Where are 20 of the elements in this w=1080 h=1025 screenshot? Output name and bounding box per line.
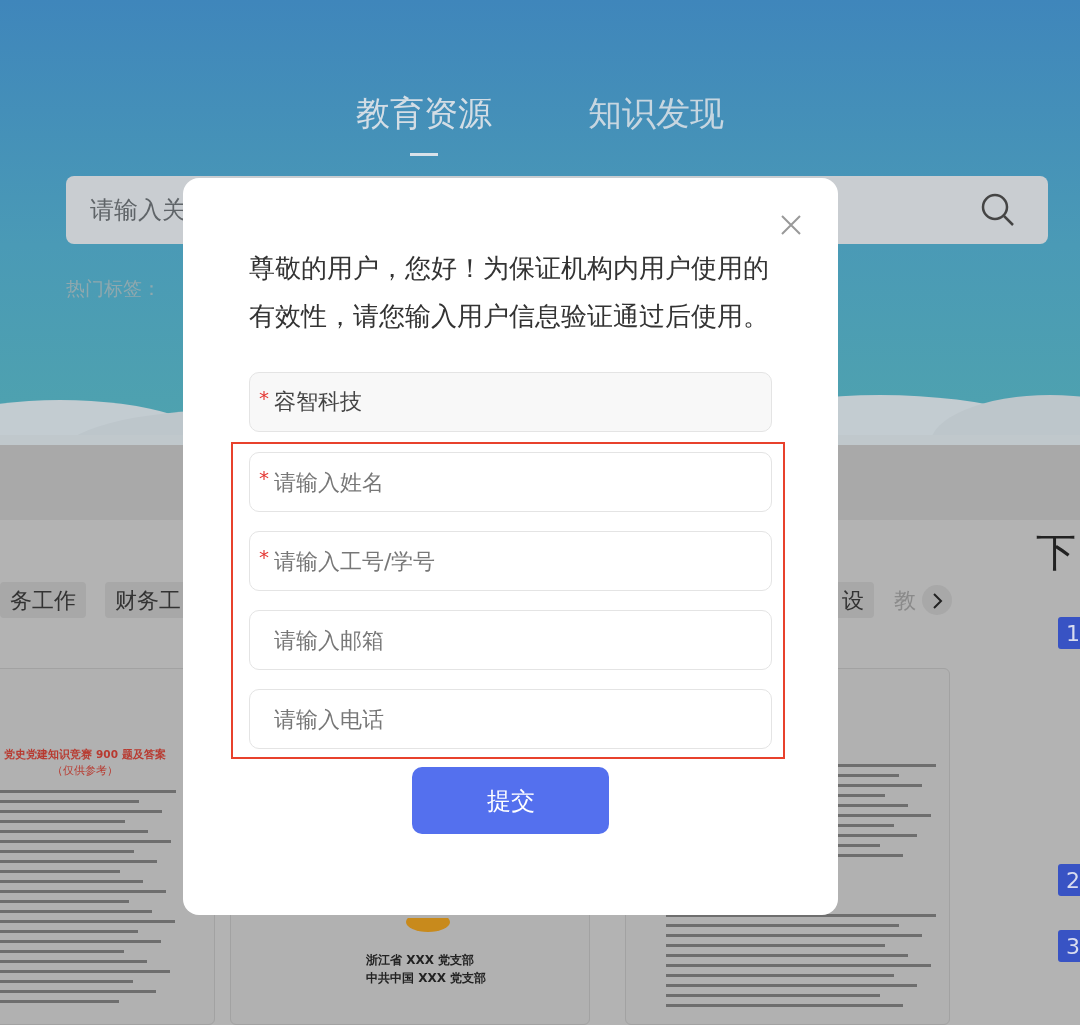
- rank-badge: 1: [1058, 617, 1080, 649]
- nav-tab[interactable]: 教育资源: [356, 88, 492, 153]
- required-asterisk: *: [259, 466, 269, 490]
- document-card[interactable]: 党史党建知识竞赛 900 题及答案 （仅供参考）: [0, 668, 215, 1025]
- rank-badge: 3: [1058, 930, 1080, 962]
- document-title: 党史党建知识竞赛 900 题及答案: [3, 747, 167, 762]
- submit-button[interactable]: 提交: [412, 767, 609, 834]
- input-field[interactable]: 请输入邮箱: [249, 610, 772, 670]
- nav-tab[interactable]: 知识发现: [588, 88, 724, 153]
- category-tag[interactable]: 务工作: [0, 582, 86, 618]
- document-line: 中共中国 XXX 党支部: [366, 970, 488, 987]
- required-asterisk: *: [259, 545, 269, 569]
- section-heading: 下: [1036, 532, 1077, 572]
- hot-tags-label: 热门标签：: [66, 277, 161, 299]
- dialog-message: 尊敬的用户，您好！为保证机构内用户使用的有效性，请您输入用户信息验证通过后使用。: [249, 252, 770, 333]
- document-line: 浙江省 XXX 党支部: [366, 952, 476, 969]
- input-field[interactable]: 请输入电话: [249, 689, 772, 749]
- rank-badge: 2: [1058, 864, 1080, 896]
- document-subtitle: （仅供参考）: [51, 762, 119, 778]
- required-asterisk: *: [259, 386, 269, 410]
